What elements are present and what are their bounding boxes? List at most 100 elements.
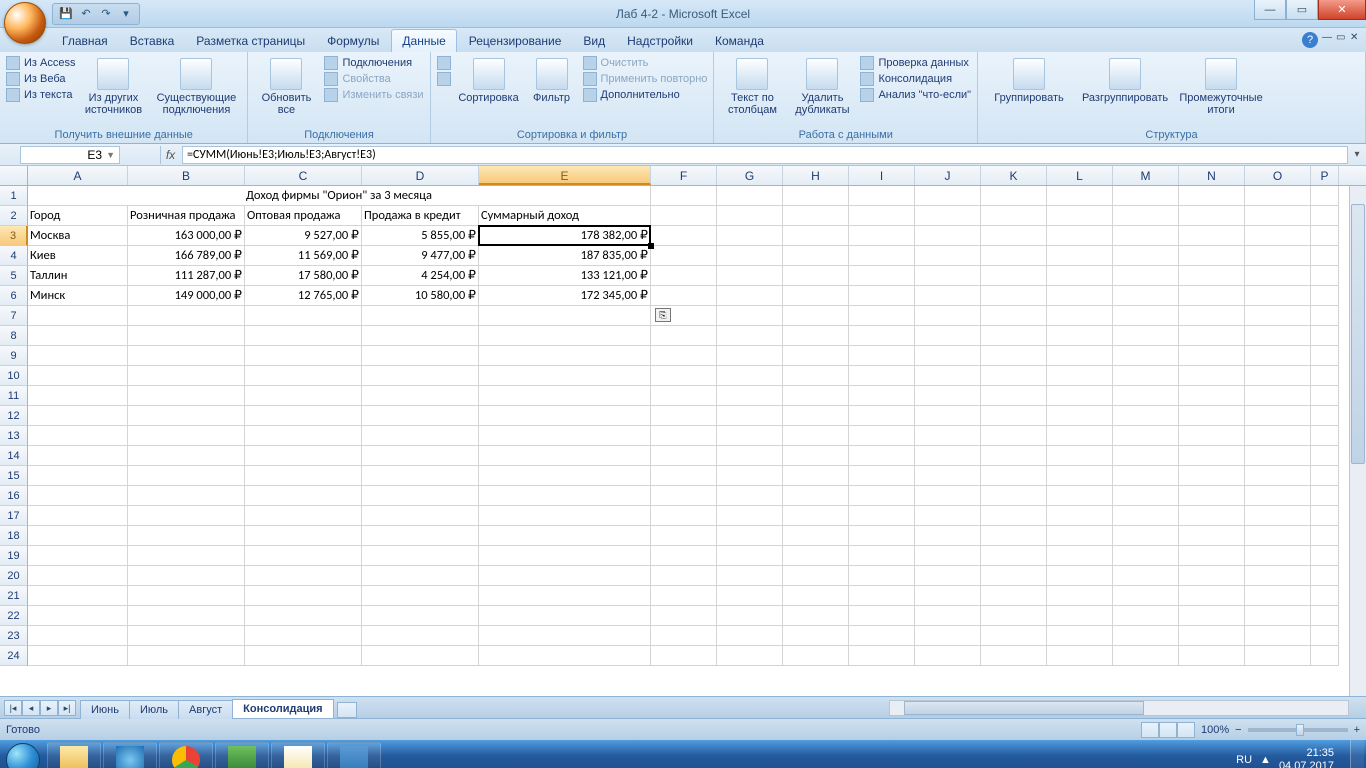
row-header[interactable]: 20 [0, 566, 28, 586]
cell[interactable] [849, 346, 915, 366]
cell[interactable] [1113, 486, 1179, 506]
column-header[interactable]: M [1113, 166, 1179, 185]
cell[interactable] [1311, 206, 1339, 226]
cell[interactable] [1311, 526, 1339, 546]
cell[interactable] [479, 386, 651, 406]
cell[interactable] [1113, 426, 1179, 446]
cell[interactable] [479, 586, 651, 606]
row-header[interactable]: 14 [0, 446, 28, 466]
cell[interactable] [1113, 206, 1179, 226]
cell[interactable] [981, 226, 1047, 246]
cell[interactable] [1047, 286, 1113, 306]
sort-desc-button[interactable] [437, 72, 451, 86]
cell[interactable] [981, 206, 1047, 226]
cell[interactable] [128, 646, 245, 666]
column-header[interactable]: E [479, 166, 651, 185]
cell[interactable] [717, 186, 783, 206]
cell[interactable] [1179, 306, 1245, 326]
show-desktop-button[interactable] [1350, 740, 1364, 768]
row-header[interactable]: 10 [0, 366, 28, 386]
cell[interactable] [1113, 306, 1179, 326]
cell[interactable] [1113, 226, 1179, 246]
cell[interactable] [783, 346, 849, 366]
cell[interactable] [28, 306, 128, 326]
cell[interactable] [362, 586, 479, 606]
cell[interactable] [849, 586, 915, 606]
cell[interactable] [981, 386, 1047, 406]
cell[interactable] [1245, 246, 1311, 266]
cell[interactable] [128, 426, 245, 446]
sheet-tab-august[interactable]: Август [178, 700, 233, 719]
cell[interactable] [1245, 206, 1311, 226]
sheet-tab-july[interactable]: Июль [129, 700, 179, 719]
from-web-button[interactable]: Из Веба [6, 72, 75, 86]
minimize-button[interactable]: — [1254, 0, 1286, 20]
tray-clock[interactable]: 21:35 04.07.2017 [1279, 747, 1342, 768]
cell[interactable] [128, 586, 245, 606]
cell[interactable] [362, 346, 479, 366]
cell[interactable] [28, 426, 128, 446]
cell[interactable] [651, 286, 717, 306]
horizontal-scroll-thumb[interactable] [904, 701, 1144, 715]
cell[interactable] [849, 406, 915, 426]
name-box[interactable]: E3▼ [20, 146, 120, 164]
text-to-columns-button[interactable]: Текст по столбцам [720, 54, 784, 116]
cell[interactable] [717, 626, 783, 646]
cell[interactable] [915, 586, 981, 606]
cell[interactable] [1113, 546, 1179, 566]
cell[interactable] [245, 306, 362, 326]
cell[interactable] [1179, 466, 1245, 486]
cell[interactable] [245, 586, 362, 606]
cell[interactable] [479, 466, 651, 486]
cell[interactable] [717, 466, 783, 486]
cell[interactable] [128, 566, 245, 586]
formula-bar[interactable]: =СУММ(Июнь!E3;Июль!E3;Август!E3) [182, 146, 1348, 164]
cell[interactable] [1047, 466, 1113, 486]
tray-lang[interactable]: RU [1236, 754, 1252, 766]
cell[interactable] [1311, 586, 1339, 606]
cell[interactable] [1179, 546, 1245, 566]
cell[interactable] [1245, 186, 1311, 206]
cell[interactable] [1113, 626, 1179, 646]
cell[interactable] [915, 466, 981, 486]
cell[interactable] [128, 606, 245, 626]
cell[interactable] [1311, 646, 1339, 666]
cell[interactable] [783, 566, 849, 586]
cell[interactable] [783, 306, 849, 326]
row-header[interactable]: 23 [0, 626, 28, 646]
cell[interactable] [479, 546, 651, 566]
cell[interactable] [128, 526, 245, 546]
cell[interactable] [1311, 406, 1339, 426]
cell[interactable] [981, 186, 1047, 206]
cell[interactable] [1245, 266, 1311, 286]
cell[interactable] [849, 606, 915, 626]
cell[interactable]: 111 287,00 ₽ [128, 266, 245, 286]
cell[interactable] [783, 526, 849, 546]
cell[interactable] [849, 446, 915, 466]
wb-close-button[interactable]: ✕ [1350, 32, 1362, 44]
autofill-options-button[interactable]: ⎘ [655, 308, 671, 322]
cell[interactable] [981, 566, 1047, 586]
cell[interactable] [981, 606, 1047, 626]
cell[interactable] [1245, 586, 1311, 606]
filter-button[interactable]: Фильтр [527, 54, 577, 104]
cell[interactable] [783, 266, 849, 286]
cell[interactable] [717, 386, 783, 406]
cell[interactable] [1047, 226, 1113, 246]
cell[interactable] [915, 306, 981, 326]
cell[interactable] [1311, 366, 1339, 386]
cell[interactable] [362, 546, 479, 566]
cell[interactable] [981, 626, 1047, 646]
cell[interactable] [717, 226, 783, 246]
from-access-button[interactable]: Из Access [6, 56, 75, 70]
cell[interactable] [717, 646, 783, 666]
cell[interactable] [981, 306, 1047, 326]
cell[interactable] [1047, 306, 1113, 326]
existing-connections-button[interactable]: Существующие подключения [151, 54, 241, 116]
cell[interactable] [128, 466, 245, 486]
cell[interactable] [849, 206, 915, 226]
vertical-scroll-thumb[interactable] [1351, 204, 1365, 464]
cell[interactable] [28, 546, 128, 566]
cell[interactable] [1113, 246, 1179, 266]
cell[interactable] [362, 566, 479, 586]
